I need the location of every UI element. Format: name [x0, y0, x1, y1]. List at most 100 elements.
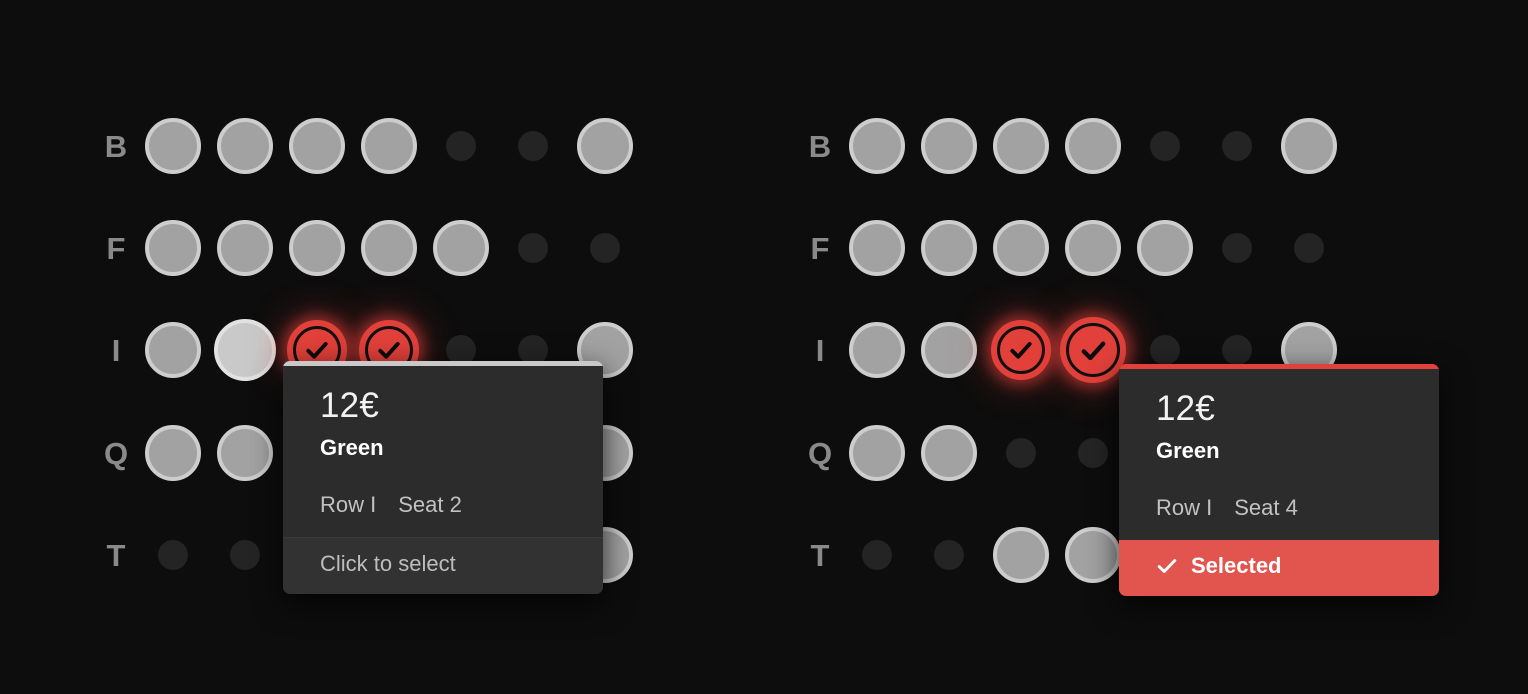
seat-slot [985, 419, 1057, 487]
seat-b-5-unavailable [1150, 131, 1180, 161]
seat-f-4-available[interactable] [1065, 220, 1121, 276]
seat-f-1-available[interactable] [849, 220, 905, 276]
tooltip-row-label: Row I [320, 491, 377, 517]
seat-slot [137, 521, 209, 589]
seat-f-2-available[interactable] [921, 220, 977, 276]
row-label-i: I [111, 332, 121, 368]
seat-b-7-available[interactable] [1281, 118, 1337, 174]
seat-slot [1273, 112, 1345, 180]
seat-slot [913, 521, 985, 589]
seat-q-2-available[interactable] [217, 425, 273, 481]
tooltip-body: 12€ Green Row I Seat 4 [1119, 369, 1439, 540]
seat-slot [841, 521, 913, 589]
tooltip-seat-info: Row I Seat 4 [1156, 494, 1402, 520]
seat-f-5-available[interactable] [1137, 220, 1193, 276]
seat-f-1-available[interactable] [145, 220, 201, 276]
row-label-q: Q [807, 435, 833, 471]
seat-t-1-unavailable [862, 540, 892, 570]
seat-i-4-selected[interactable] [1060, 317, 1126, 383]
tooltip-action-click-to-select[interactable]: Click to select [283, 537, 603, 595]
seat-slot [353, 112, 425, 180]
seat-q-2-available[interactable] [921, 425, 977, 481]
seat-b-6-unavailable [1222, 131, 1252, 161]
seat-b-4-available[interactable] [1065, 118, 1121, 174]
seat-slot [353, 214, 425, 282]
seat-i-2-available[interactable] [214, 319, 276, 381]
seat-q-1-available[interactable] [145, 425, 201, 481]
seat-slot [209, 214, 281, 282]
row-label-f: F [106, 230, 126, 266]
seat-b-6-unavailable [518, 131, 548, 161]
tooltip-seat-label: Seat 2 [398, 491, 462, 517]
seat-f-2-available[interactable] [217, 220, 273, 276]
row-label-t: T [810, 537, 830, 573]
seat-slot [913, 316, 985, 384]
seat-t-1-unavailable [158, 540, 188, 570]
tooltip-price: 12€ [1156, 389, 1215, 428]
seat-b-2-available[interactable] [217, 118, 273, 174]
seat-tooltip-hover: 12€ Green Row I Seat 2 Click to select [283, 361, 603, 595]
seat-slot [497, 214, 569, 282]
seat-slot [841, 112, 913, 180]
seat-b-1-available[interactable] [849, 118, 905, 174]
seat-q-3-unavailable [1006, 438, 1036, 468]
tooltip-row-label: Row I [1156, 494, 1213, 520]
seat-slot [1129, 214, 1201, 282]
seat-slot [841, 419, 913, 487]
row-label-b: B [808, 128, 832, 164]
seat-slot [137, 419, 209, 487]
seat-f-6-unavailable [518, 233, 548, 263]
seat-b-1-available[interactable] [145, 118, 201, 174]
seat-slot [137, 214, 209, 282]
seat-i-5-unavailable [1150, 335, 1180, 365]
tooltip-zone: Green [1156, 437, 1220, 463]
seat-slot [913, 112, 985, 180]
seat-row-b: B [799, 112, 1345, 180]
seat-f-5-available[interactable] [433, 220, 489, 276]
tooltip-seat-label: Seat 4 [1234, 494, 1298, 520]
seat-slot [425, 214, 497, 282]
seat-slot [425, 112, 497, 180]
seat-i-1-available[interactable] [849, 322, 905, 378]
seat-f-7-unavailable [1294, 233, 1324, 263]
seat-b-4-available[interactable] [361, 118, 417, 174]
seat-f-3-available[interactable] [289, 220, 345, 276]
tooltip-seat-info: Row I Seat 2 [320, 491, 566, 517]
seat-slot [209, 112, 281, 180]
seat-slot [569, 214, 641, 282]
seat-slot [281, 214, 353, 282]
seat-slot [1129, 112, 1201, 180]
seat-f-6-unavailable [1222, 233, 1252, 263]
seat-slot [209, 419, 281, 487]
seat-t-3-available[interactable] [993, 527, 1049, 583]
seat-f-3-available[interactable] [993, 220, 1049, 276]
seat-row-f: F [799, 214, 1345, 282]
row-label-t: T [106, 537, 126, 573]
seat-f-4-available[interactable] [361, 220, 417, 276]
seat-slot [1201, 214, 1273, 282]
seat-row-f: F [95, 214, 641, 282]
seat-t-4-available[interactable] [1065, 527, 1121, 583]
tooltip-zone: Green [320, 434, 384, 460]
seat-i-3-selected[interactable] [991, 320, 1051, 380]
seat-b-3-available[interactable] [993, 118, 1049, 174]
seat-slot [1057, 214, 1129, 282]
seat-slot [913, 214, 985, 282]
seat-slot [985, 316, 1057, 384]
seat-slot [497, 112, 569, 180]
seat-slot [1201, 112, 1273, 180]
seat-slot [569, 112, 641, 180]
tooltip-price: 12€ [320, 386, 379, 425]
seat-b-7-available[interactable] [577, 118, 633, 174]
row-label-i: I [815, 332, 825, 368]
seat-i-2-available[interactable] [921, 322, 977, 378]
seat-slot [1273, 214, 1345, 282]
tooltip-action-selected[interactable]: Selected [1119, 540, 1439, 597]
seat-b-2-available[interactable] [921, 118, 977, 174]
seat-i-1-available[interactable] [145, 322, 201, 378]
seat-q-1-available[interactable] [849, 425, 905, 481]
seat-row-b: B [95, 112, 641, 180]
seat-t-2-unavailable [230, 540, 260, 570]
seat-b-3-available[interactable] [289, 118, 345, 174]
seat-f-7-unavailable [590, 233, 620, 263]
